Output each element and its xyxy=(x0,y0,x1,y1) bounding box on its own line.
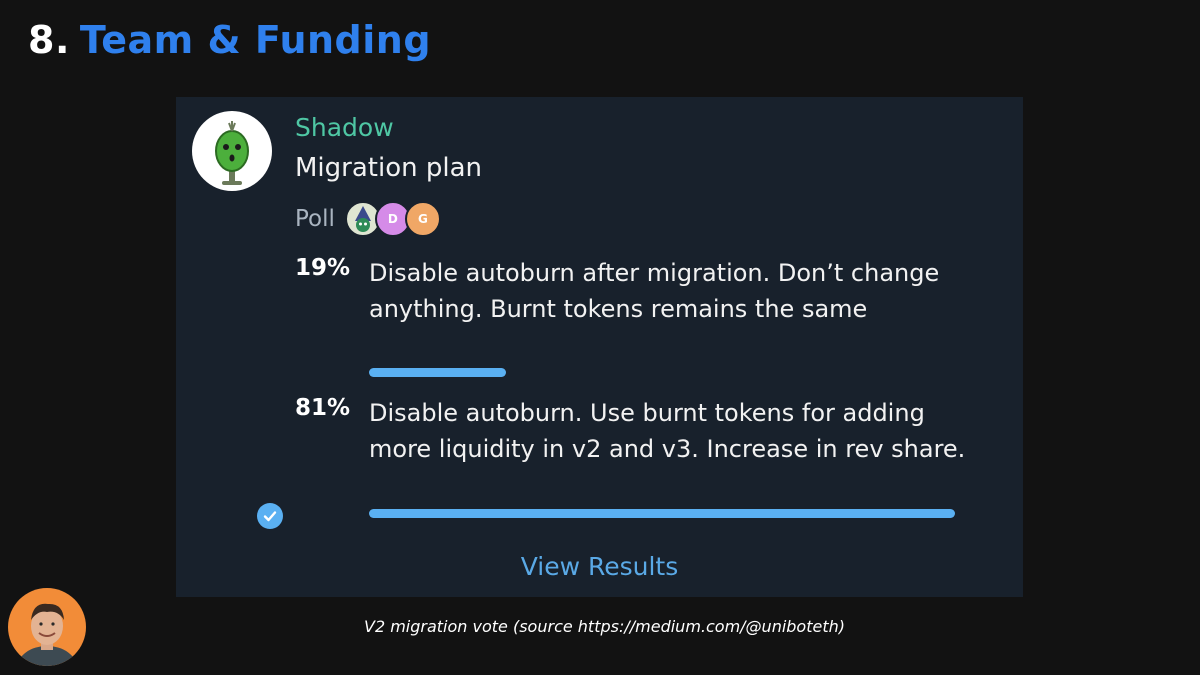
check-icon xyxy=(257,503,283,529)
cactus-avatar-icon xyxy=(215,121,249,185)
poll-message-card: Shadow Migration plan Poll D G 19% Disab… xyxy=(176,97,1023,597)
sender-avatar[interactable] xyxy=(192,111,272,191)
poll-option-text: Disable autoburn after migration. Don’t … xyxy=(369,259,940,323)
poll-option-bar xyxy=(369,509,955,518)
presenter-photo-icon xyxy=(17,603,77,666)
poll-type-row: Poll D G xyxy=(295,201,441,237)
poll-type-label: Poll xyxy=(295,206,335,232)
poll-option-percent: 81% xyxy=(295,395,351,421)
poll-question: Migration plan xyxy=(295,153,482,183)
slide-heading: Team & Funding xyxy=(79,18,432,62)
presenter-avatar xyxy=(8,588,86,666)
view-results-button[interactable]: View Results xyxy=(176,552,1023,581)
slide-number: 8. xyxy=(28,18,70,62)
poll-option-percent: 19% xyxy=(295,255,351,281)
sender-name[interactable]: Shadow xyxy=(295,113,394,142)
poll-option-text: Disable autoburn. Use burnt tokens for a… xyxy=(369,399,966,463)
poll-option-bar xyxy=(369,368,506,377)
voter-avatar-g[interactable]: G xyxy=(404,201,441,237)
slide-title: 8. Team & Funding xyxy=(28,18,431,62)
slide-caption: V2 migration vote (source https://medium… xyxy=(364,617,845,636)
